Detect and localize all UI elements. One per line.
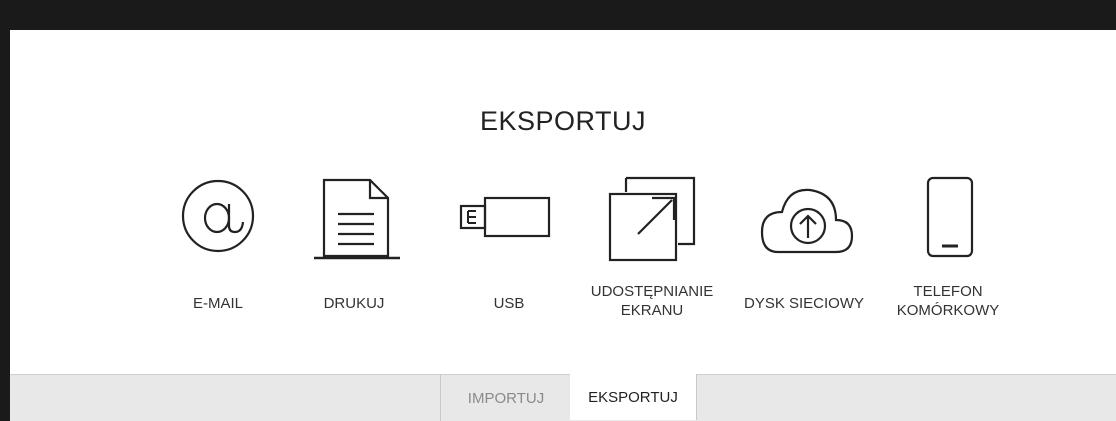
option-print-label: DRUKUJ [323,295,385,312]
document-icon [312,178,402,260]
cloud-upload-icon [758,182,854,256]
export-options: E-MAIL DRUKUJ USB UDOSTĘPNIANIE EKRANU D… [10,30,1116,370]
option-usb[interactable]: USB [439,178,579,318]
tab-import[interactable]: IMPORTUJ [440,374,571,421]
option-network-drive[interactable]: DYSK SIECIOWY [734,178,874,318]
option-mobile-phone[interactable]: TELEFON KOMÓRKOWY [878,176,1018,326]
option-network-drive-label: DYSK SIECIOWY [743,295,865,312]
export-dialog: EKSPORTUJ E-MAIL DRUKUJ USB UDOSTĘPNIANI… [10,30,1116,421]
option-print[interactable]: DRUKUJ [284,178,424,318]
option-screen-share-label: UDOSTĘPNIANIE EKRANU [590,283,714,319]
option-mobile-phone-label: TELEFON KOMÓRKOWY [896,283,1000,319]
option-email-label: E-MAIL [192,295,243,312]
email-icon [180,178,256,254]
tab-bar: IMPORTUJ EKSPORTUJ [10,374,1116,421]
screen-share-icon [608,176,696,262]
option-email[interactable]: E-MAIL [148,178,288,318]
tab-export[interactable]: EKSPORTUJ [570,374,697,420]
option-screen-share[interactable]: UDOSTĘPNIANIE EKRANU [582,176,722,326]
option-usb-label: USB [493,295,525,312]
usb-icon [459,196,551,238]
mobile-phone-icon [926,176,974,258]
